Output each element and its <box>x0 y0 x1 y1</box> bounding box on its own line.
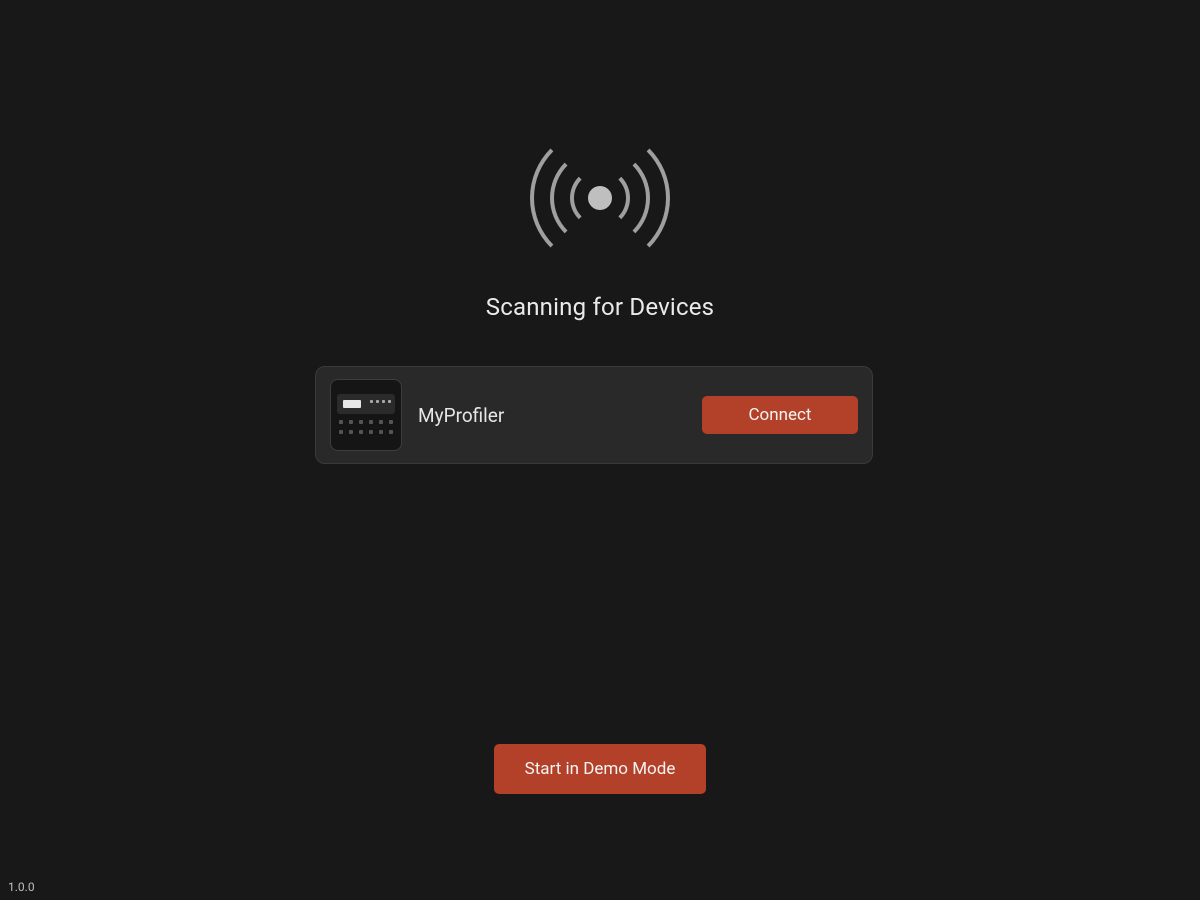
broadcast-icon <box>510 128 690 268</box>
version-label: 1.0.0 <box>8 880 35 894</box>
device-scan-screen: Scanning for Devices MyProfiler Connect … <box>0 0 1200 900</box>
connect-button[interactable]: Connect <box>702 396 858 434</box>
device-row: MyProfiler Connect <box>315 366 873 464</box>
scan-title: Scanning for Devices <box>486 293 714 321</box>
demo-mode-button[interactable]: Start in Demo Mode <box>494 744 706 794</box>
device-thumbnail-icon <box>330 379 402 451</box>
device-name-label: MyProfiler <box>418 404 686 427</box>
